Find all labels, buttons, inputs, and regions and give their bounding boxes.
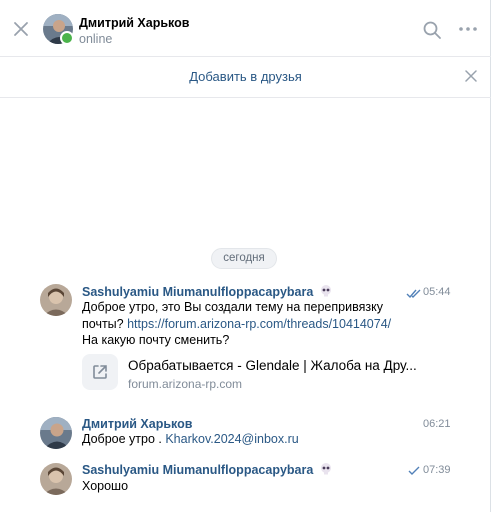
message-text: Хорошо [82,479,129,493]
close-icon[interactable] [11,19,31,39]
skull-emoji-icon [320,463,331,475]
message-time: 05:44 [423,286,451,298]
link-preview-domain: forum.arizona-rp.com [128,377,243,391]
external-link-icon [93,365,107,379]
date-divider: сегодня [211,248,277,269]
contact-name[interactable]: Дмитрий Харьков [79,16,189,30]
skull-emoji-icon [320,285,331,297]
check-icon [408,466,420,475]
message-time: 06:21 [423,418,451,430]
message-time: 07:39 [423,464,451,476]
more-icon[interactable] [458,22,478,36]
message-link[interactable]: https://forum.arizona-rp.com/threads/104… [127,317,391,331]
avatar[interactable] [40,463,72,495]
double-check-icon [406,289,421,298]
close-icon[interactable] [465,70,477,82]
message-text: Доброе утро, это Вы создали тему на пере… [82,300,383,314]
message-link[interactable]: Kharkov.2024@inbox.ru [165,432,298,446]
link-preview-thumb [82,354,118,390]
message-text: На какую почту сменить? [82,333,230,347]
chat-window: Дмитрий Харьков online Добавить в друзья… [0,0,491,512]
link-preview[interactable]: Обрабатывается - Glendale | Жалоба на Др… [82,354,417,400]
link-preview-title[interactable]: Обрабатывается - Glendale | Жалоба на Др… [128,358,417,373]
avatar[interactable] [40,417,72,449]
message-author[interactable]: Sashulyamiu Miumanulfloppacapybara [82,285,332,299]
contact-status: online [79,32,113,46]
message-text: Доброе утро . Kharkov.2024@inbox.ru [82,432,299,446]
online-indicator [60,31,74,45]
search-icon[interactable] [422,20,442,40]
add-friend-bar: Добавить в друзья [0,56,491,98]
avatar[interactable] [40,284,72,316]
message-author[interactable]: Дмитрий Харьков [82,417,192,431]
chat-header: Дмитрий Харьков online [0,0,491,57]
message-author[interactable]: Sashulyamiu Miumanulfloppacapybara [82,463,332,477]
add-friend-button[interactable]: Добавить в друзья [0,69,491,84]
message-text: почты? https://forum.arizona-rp.com/thre… [82,317,392,331]
